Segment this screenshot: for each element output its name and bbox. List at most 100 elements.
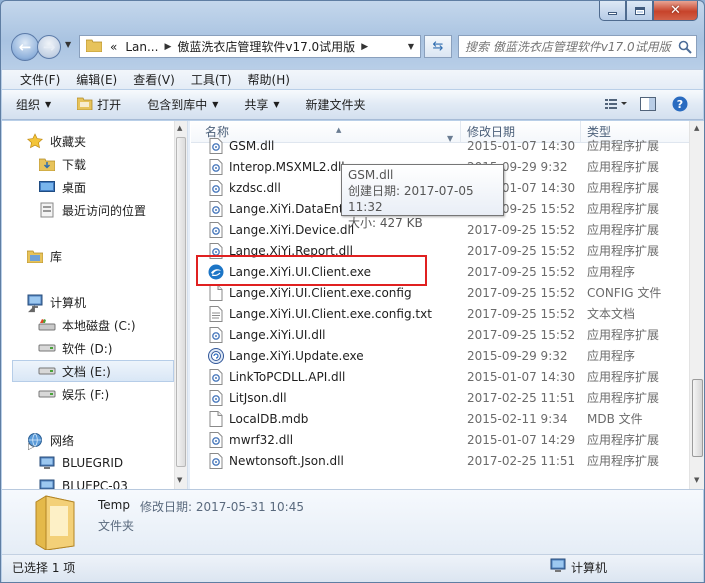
nav-label: 软件 (D:)	[62, 341, 113, 356]
file-name-cell[interactable]: Interop.MSXML2.dll	[208, 158, 345, 175]
file-type: 应用程序扩展	[587, 370, 660, 384]
file-row[interactable]: LinkToPCDLL.API.dll 2015-01-07 14:30 应用程序扩…	[191, 366, 689, 387]
file-row[interactable]: LocalDB.mdb 2015-02-11 9:34 MDB 文件	[191, 408, 689, 429]
expand-arrow-icon[interactable]: ◢	[28, 304, 35, 314]
file-list-scrollbar[interactable]: ▲ ▼	[689, 121, 704, 489]
help-button[interactable]: ?	[667, 94, 693, 116]
refresh-button[interactable]: ⇆	[424, 35, 452, 58]
nav-label: 收藏夹	[50, 134, 87, 149]
file-row[interactable]: GSM.dll 2015-01-07 14:30 应用程序扩展	[191, 135, 689, 156]
menu-edit[interactable]: 编辑(E)	[68, 71, 125, 88]
forward-button[interactable]: →	[37, 35, 61, 59]
change-view-button[interactable]	[603, 94, 629, 116]
scroll-up-icon[interactable]: ▲	[177, 124, 182, 132]
file-name-cell[interactable]: Lange.XiYi.UI.Client.exe.config.txt	[208, 305, 432, 322]
file-name-cell[interactable]: Lange.XiYi.Report.dll	[208, 242, 353, 259]
nav-drive-c[interactable]: 本地磁盘 (C:)	[38, 314, 187, 336]
file-name-cell[interactable]: kzdsc.dll	[208, 179, 281, 196]
back-button[interactable]: ←	[11, 33, 39, 61]
file-type: 应用程序扩展	[587, 181, 660, 195]
expand-arrow-icon[interactable]: ▷	[28, 442, 35, 452]
file-name-cell[interactable]: Lange.XiYi.UI.Client.exe	[208, 264, 371, 280]
recent-places-icon	[38, 202, 56, 218]
nav-scrollbar[interactable]: ▲ ▼	[174, 121, 187, 489]
nav-desktop[interactable]: 桌面	[38, 176, 187, 198]
nav-favorites[interactable]: 收藏夹	[26, 130, 187, 152]
nav-drive-e[interactable]: 文档 (E:)	[12, 360, 174, 382]
file-row[interactable]: mwrf32.dll 2015-01-07 14:29 应用程序扩展	[191, 429, 689, 450]
file-name-cell[interactable]: LitJson.dll	[208, 389, 287, 406]
breadcrumb-item[interactable]: 傲蓝洗衣店管理软件v17.0试用版	[177, 38, 355, 55]
menu-tools[interactable]: 工具(T)	[183, 71, 240, 88]
file-row[interactable]: Newtonsoft.Json.dll 2017-02-25 11:51 应用程序扩…	[191, 450, 689, 471]
menu-view[interactable]: 查看(V)	[125, 71, 183, 88]
nav-drive-d[interactable]: 软件 (D:)	[38, 337, 187, 359]
file-type: 应用程序扩展	[587, 328, 660, 342]
file-name-cell[interactable]: LocalDB.mdb	[208, 410, 308, 427]
nav-computer[interactable]: 计算机	[26, 291, 187, 313]
scroll-down-icon[interactable]: ▼	[177, 476, 182, 484]
file-name-cell[interactable]: Lange.XiYi.UI.dll	[208, 326, 326, 343]
dll-icon	[208, 431, 224, 448]
open-button[interactable]: 打开	[76, 96, 122, 113]
file-date: 2017-02-25 11:51	[467, 453, 576, 468]
file-row[interactable]: Lange.XiYi.UI.Client.exe.config.txt 2017-…	[191, 303, 689, 324]
file-name-cell[interactable]: Newtonsoft.Json.dll	[208, 452, 344, 469]
organize-button[interactable]: 组织 ▼	[16, 96, 51, 113]
file-row[interactable]: LitJson.dll 2017-02-25 11:51 应用程序扩展	[191, 387, 689, 408]
file-row[interactable]: Lange.XiYi.UI.Client.exe.config 2017-09-2…	[191, 282, 689, 303]
share-button[interactable]: 共享 ▼	[244, 96, 279, 113]
file-name-cell[interactable]: Lange.XiYi.UI.Client.exe.config	[208, 284, 412, 301]
file-row[interactable]: Lange.XiYi.Update.exe 2015-09-29 9:32 应用程序	[191, 345, 689, 366]
close-button[interactable]: ✕	[653, 1, 698, 21]
chevron-right-icon[interactable]: ▶	[361, 42, 368, 52]
file-name-cell[interactable]: LinkToPCDLL.API.dll	[208, 368, 345, 385]
recent-pages-dropdown[interactable]: ▼	[65, 40, 71, 49]
breadcrumb-item[interactable]: Lan...	[125, 40, 158, 54]
preview-pane-button[interactable]	[635, 94, 661, 116]
nav-libraries[interactable]: 库	[26, 245, 187, 267]
nav-scroll-thumb[interactable]	[176, 137, 186, 467]
pane-splitter[interactable]	[187, 121, 190, 489]
nav-network-host[interactable]: BLUEGRID	[38, 452, 187, 474]
file-name-cell[interactable]: Lange.XiYi.Update.exe	[208, 347, 364, 364]
dll-icon	[208, 137, 224, 154]
dll-icon	[208, 242, 224, 259]
breadcrumb-prefix[interactable]: «	[110, 40, 117, 54]
search-input[interactable]	[465, 39, 674, 54]
maximize-button[interactable]	[626, 1, 653, 21]
minimize-button[interactable]	[599, 1, 626, 21]
nav-recent-places[interactable]: 最近访问的位置	[38, 199, 187, 221]
nav-label: 下载	[62, 157, 87, 172]
dll-icon	[208, 452, 224, 469]
file-row[interactable]: Lange.XiYi.Report.dll 2017-09-25 15:52 应用程…	[191, 240, 689, 261]
app-icon	[208, 264, 224, 280]
nav-label: 本地磁盘 (C:)	[62, 318, 136, 333]
scroll-up-icon[interactable]: ▲	[694, 124, 699, 132]
share-label: 共享	[244, 98, 269, 112]
chevron-right-icon[interactable]: ▶	[164, 42, 171, 52]
file-name: Lange.XiYi.UI.dll	[229, 327, 326, 342]
file-name-cell[interactable]: GSM.dll	[208, 137, 274, 154]
address-dropdown-icon[interactable]: ▼	[408, 42, 414, 51]
scroll-down-icon[interactable]: ▼	[694, 476, 699, 484]
file-row[interactable]: Lange.XiYi.UI.Client.exe 2017-09-25 15:52…	[191, 261, 689, 282]
nav-network[interactable]: 网络	[26, 429, 187, 451]
new-folder-button[interactable]: 新建文件夹	[306, 96, 366, 113]
nav-network-host[interactable]: BLUEPC-03	[38, 475, 187, 489]
nav-label: 库	[50, 249, 63, 264]
nav-downloads[interactable]: 下载	[38, 153, 187, 175]
tooltip-name: GSM.dll	[348, 168, 394, 182]
open-label: 打开	[97, 98, 122, 112]
nav-drive-f[interactable]: 娱乐 (F:)	[38, 383, 187, 405]
include-library-button[interactable]: 包含到库中 ▼	[147, 96, 218, 113]
file-name-cell[interactable]: mwrf32.dll	[208, 431, 293, 448]
file-scroll-thumb[interactable]	[692, 379, 703, 457]
search-icon[interactable]	[674, 40, 696, 54]
file-name-cell[interactable]: Lange.XiYi.Device.dll	[208, 221, 354, 238]
menu-help[interactable]: 帮助(H)	[240, 71, 298, 88]
file-row[interactable]: Lange.XiYi.UI.dll 2017-09-25 15:52 应用程序扩展	[191, 324, 689, 345]
address-bar[interactable]: « Lan... ▶ 傲蓝洗衣店管理软件v17.0试用版 ▶ ▼	[79, 35, 421, 58]
search-box[interactable]	[458, 35, 697, 58]
menu-file[interactable]: 文件(F)	[12, 71, 68, 88]
